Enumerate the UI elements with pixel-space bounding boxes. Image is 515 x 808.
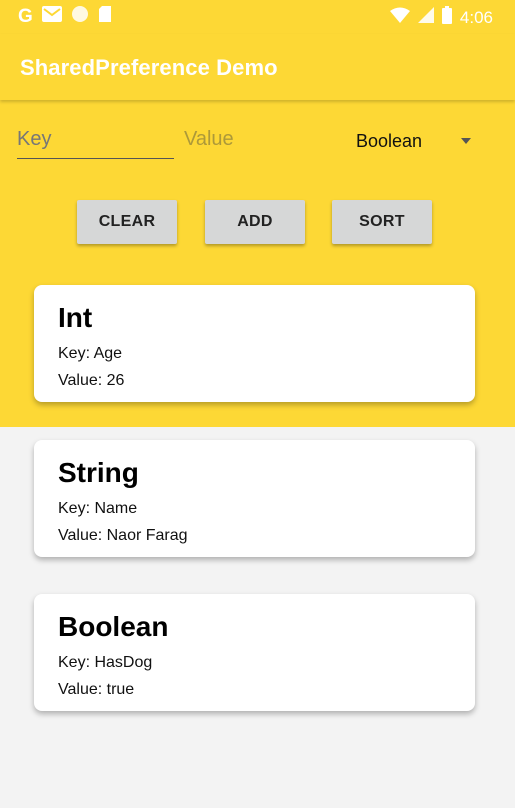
card-key-text: Key: Name [58,500,138,517]
card-type-title: Boolean [58,611,169,642]
clear-button[interactable]: CLEAR [77,200,177,244]
preference-card[interactable]: Int Key: Age Value: 26 [34,285,475,402]
circle-icon [71,5,89,28]
preference-card[interactable]: String Key: Name Value: Naor Farag [34,440,475,557]
card-value-text: Value: 26 [58,372,125,389]
card-value-text: Value: true [58,681,135,698]
status-bar: G 4:06 [0,0,515,34]
card-key-text: Key: HasDog [58,654,153,671]
wifi-icon [389,7,410,28]
card-type-title: Int [58,302,93,333]
app-bar: SharedPreference Demo [0,34,515,100]
google-icon: G [18,5,33,27]
key-input[interactable] [17,120,174,159]
add-button[interactable]: ADD [205,200,305,244]
status-time: 4:06 [459,7,493,27]
preference-card[interactable]: Boolean Key: HasDog Value: true [34,594,475,711]
gmail-icon [41,5,63,28]
type-dropdown-label: Boolean [356,130,423,151]
app-title: SharedPreference Demo [20,55,278,80]
sd-card-icon [97,5,113,28]
dropdown-arrow-icon [461,138,471,144]
notification-icons: G [18,5,113,28]
battery-icon [441,6,452,29]
signal-icon [417,7,434,28]
sort-button[interactable]: SORT [332,200,432,244]
type-dropdown[interactable]: Boolean [344,122,484,160]
card-value-text: Value: Naor Farag [58,527,188,544]
app-screen: G 4:06 SharedPreference Demo Key Value B… [0,0,515,808]
card-type-title: String [58,457,139,488]
value-input[interactable] [184,120,324,158]
card-key-text: Key: Age [58,345,123,362]
system-status: 4:06 [389,6,493,29]
